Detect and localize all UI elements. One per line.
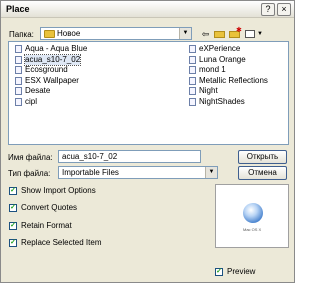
checkmark-icon: ✓ [10, 222, 16, 229]
retain-format-checkbox[interactable]: ✓ [9, 222, 17, 230]
replace-selected-item-checkbox[interactable]: ✓ [9, 239, 17, 247]
filename-input[interactable]: acua_s10-7_02 [58, 150, 201, 163]
folder-value: Новое [57, 29, 81, 38]
filetype-label: Тип файла: [8, 169, 51, 178]
preview-thumbnail-caption: Mac OS X [243, 227, 262, 232]
retain-format-label: Retain Format [21, 221, 72, 230]
open-button[interactable]: Открыть [238, 150, 287, 164]
file-icon [189, 66, 196, 74]
folder-label: Папка: [9, 30, 34, 39]
filetype-value: Importable Files [62, 168, 119, 177]
preview-checkbox[interactable]: ✓ [215, 268, 223, 276]
file-icon [15, 66, 22, 74]
file-icon [189, 55, 196, 64]
convert-quotes-label: Convert Quotes [21, 203, 78, 212]
file-icon [15, 87, 22, 95]
folder-select[interactable]: Новое ▼ [40, 27, 192, 40]
show-import-options-label: Show Import Options [21, 186, 96, 195]
file-icon [15, 97, 22, 106]
file-icon [15, 55, 22, 64]
checkmark-icon: ✓ [10, 187, 16, 194]
file-icon [189, 87, 196, 95]
file-icon [189, 76, 196, 85]
checkmark-icon: ✓ [216, 268, 222, 275]
show-import-options-checkbox[interactable]: ✓ [9, 187, 17, 195]
back-arrow-icon[interactable]: ⇦ [199, 28, 212, 40]
filetype-select[interactable]: Importable Files ▼ [58, 166, 218, 179]
cancel-button[interactable]: Отмена [238, 166, 287, 180]
up-folder-icon[interactable] [213, 28, 226, 40]
filename-label: Имя файла: [8, 153, 53, 162]
checkmark-icon: ✓ [10, 239, 16, 246]
chevron-down-icon: ▼ [205, 167, 217, 178]
place-dialog: Place ? × Папка: Новое ▼ ⇦ ✱ ▼ Aqua - Aq… [0, 0, 295, 283]
title-bar: Place ? × [1, 1, 294, 18]
new-folder-icon[interactable]: ✱ [228, 27, 242, 40]
chevron-down-icon: ▼ [179, 28, 191, 39]
folder-icon [44, 30, 55, 38]
file-icon [189, 45, 196, 53]
convert-quotes-checkbox[interactable]: ✓ [9, 204, 17, 212]
replace-selected-item-label: Replace Selected Item [21, 238, 102, 247]
file-icon [189, 97, 196, 106]
checkmark-icon: ✓ [10, 204, 16, 211]
file-icon [15, 76, 22, 85]
file-list[interactable]: Aqua - Aqua Blue acua_s10-7_02 Ecosgroun… [8, 41, 289, 145]
window-title: Place [6, 4, 30, 14]
preview-thumbnail [243, 203, 263, 223]
file-icon [15, 45, 22, 53]
view-menu-icon[interactable]: ▼ [244, 28, 264, 40]
preview-label: Preview [227, 267, 256, 276]
preview-pane: Mac OS X [215, 184, 289, 248]
close-button[interactable]: × [277, 3, 291, 16]
help-button[interactable]: ? [261, 3, 275, 16]
